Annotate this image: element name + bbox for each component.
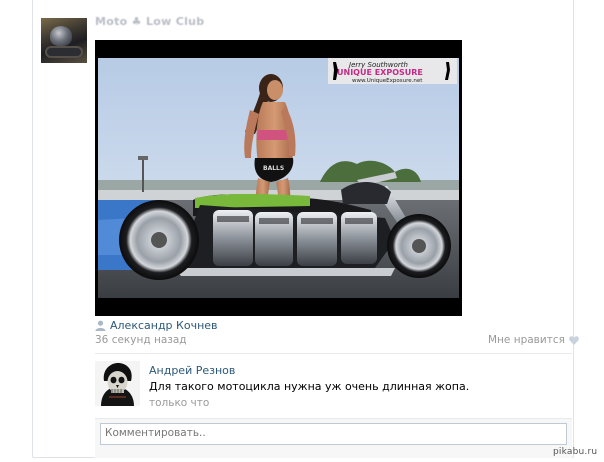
comment-text: Для такого мотоцикла нужна уж очень длин… [149, 380, 470, 393]
author-name[interactable]: Александр Кочнев [110, 319, 218, 332]
bike-image [45, 46, 83, 58]
commenter-avatar[interactable] [95, 361, 140, 406]
comment-time[interactable]: только что [149, 397, 209, 409]
user-icon [95, 320, 106, 331]
shorts-text: BALLS [263, 165, 284, 172]
post-time[interactable]: 36 секунд назад [95, 334, 187, 346]
post-photo[interactable]: Jerry Southworth UNIQUE EXPOSURE www.Uni… [95, 40, 462, 316]
helmet-image [50, 26, 72, 46]
like-label: Мне нравится [488, 334, 565, 346]
comments-divider [95, 353, 572, 354]
group-name[interactable]: Moto ♣ Low Club [95, 15, 204, 28]
brand-line2: UNIQUE EXPOSURE [337, 68, 423, 77]
commenter-name[interactable]: Андрей Резнов [149, 364, 235, 377]
comment-input[interactable]: Комментировать.. [100, 423, 567, 445]
post-author-line: Александр Кочнев [95, 319, 218, 332]
watermark: pikabu.ru [553, 447, 598, 457]
like-button[interactable]: Мне нравится [488, 334, 579, 346]
group-avatar[interactable] [41, 18, 87, 63]
heart-icon [569, 335, 579, 345]
brand-url: www.UniqueExposure.net [352, 78, 423, 84]
